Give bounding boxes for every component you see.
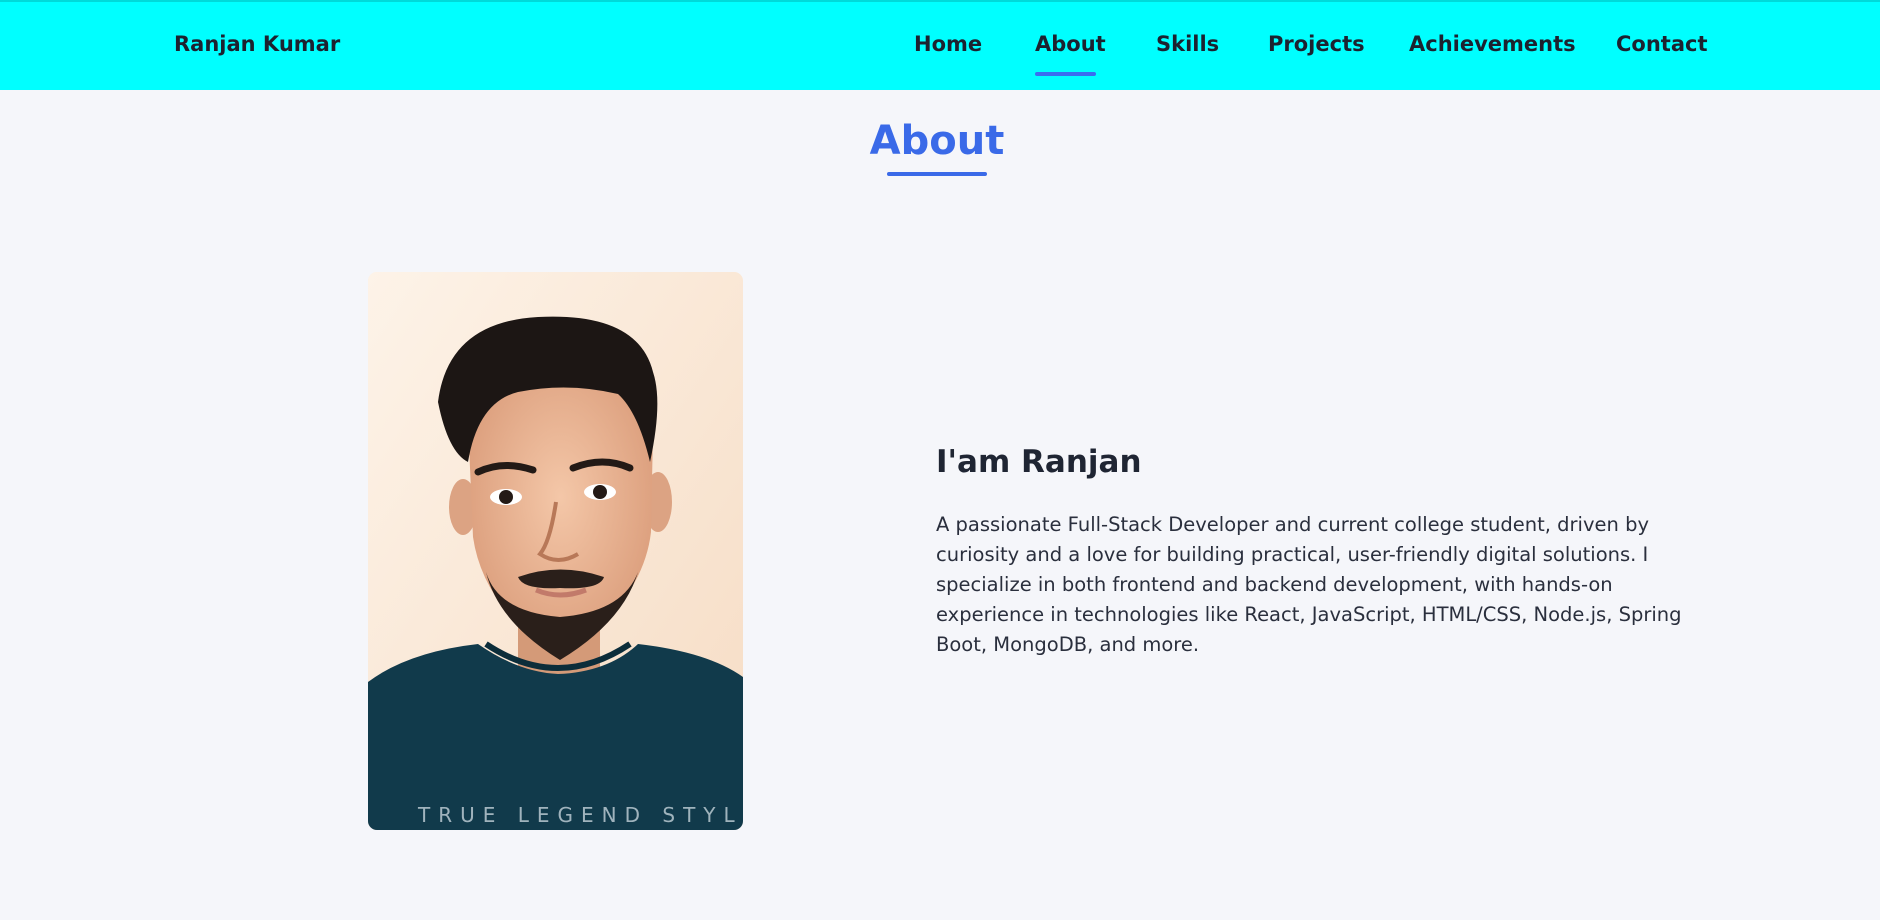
- section-title-underline: [887, 172, 987, 176]
- section-title: About: [869, 118, 1005, 164]
- nav-link-home[interactable]: Home: [914, 32, 982, 56]
- about-heading: I'am Ranjan: [936, 444, 1142, 480]
- nav-link-achievements[interactable]: Achievements: [1409, 32, 1576, 56]
- about-description: A passionate Full-Stack Developer and cu…: [936, 513, 1682, 656]
- nav-link-about[interactable]: About: [1035, 32, 1106, 56]
- brand-logo[interactable]: Ranjan Kumar: [174, 32, 340, 56]
- nav-link-contact[interactable]: Contact: [1616, 32, 1708, 56]
- active-nav-indicator: [1035, 72, 1096, 76]
- profile-portrait-illustration: TRUE LEGEND STYLE: [368, 272, 743, 830]
- shirt-print-text: TRUE LEGEND STYLE: [417, 803, 743, 827]
- nav-link-skills[interactable]: Skills: [1156, 32, 1219, 56]
- profile-photo: TRUE LEGEND STYLE: [368, 272, 743, 830]
- nav-link-projects[interactable]: Projects: [1268, 32, 1365, 56]
- navbar: Ranjan Kumar Home About Skills Projects …: [0, 0, 1880, 90]
